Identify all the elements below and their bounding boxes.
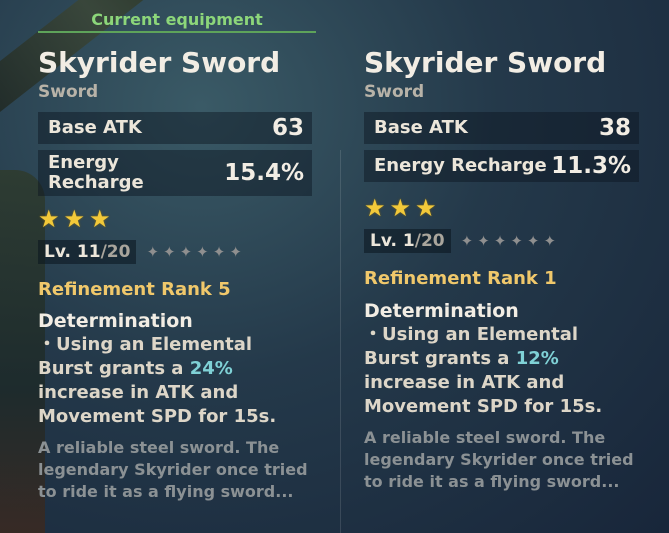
star-icon: ★ <box>89 205 111 233</box>
pip-icon: ✦ <box>163 243 176 261</box>
weapon-name: Skyrider Sword <box>38 46 281 79</box>
secondary-stat-row: Energy Recharge 11.3% <box>364 150 639 182</box>
pip-icon: ✦ <box>526 232 540 250</box>
star-icon: ★ <box>415 194 437 222</box>
base-atk-row: Base ATK 63 <box>38 112 312 144</box>
flavor-text: A reliable steel sword. The legendary Sk… <box>38 438 308 501</box>
weapon-level: Lv. 1/20 <box>364 229 451 253</box>
base-atk-value: 38 <box>598 115 631 141</box>
weapon-type: Sword <box>38 82 99 102</box>
pip-icon: ✦ <box>146 243 160 261</box>
pip-icon: ✦ <box>179 243 193 261</box>
pip-icon: ✦ <box>196 243 209 261</box>
star-icon: ★ <box>389 194 412 222</box>
passive-highlight-value: 24% <box>189 358 233 379</box>
ascension-pips: ✦ ✦ ✦ ✦ ✦ ✦ <box>461 232 556 250</box>
weapon-name: Skyrider Sword <box>364 46 607 79</box>
current-equipment-label: Current equipment <box>38 10 316 33</box>
pip-icon: ✦ <box>229 243 242 261</box>
level-row: Lv. 1/20 ✦ ✦ ✦ ✦ ✦ ✦ <box>364 229 556 253</box>
pip-icon: ✦ <box>212 243 226 261</box>
passive-description: ・Using an Elemental Burst grants a 24% i… <box>38 334 277 427</box>
secondary-stat-row: Energy Recharge 15.4% <box>38 150 312 196</box>
pip-icon: ✦ <box>493 232 507 250</box>
rarity-stars: ★ ★ ★ <box>364 196 437 220</box>
pip-icon: ✦ <box>477 232 490 250</box>
passive-name: Determination <box>364 300 519 322</box>
passive-name: Determination <box>38 310 193 332</box>
passive-highlight-value: 12% <box>515 348 559 369</box>
weapon-type: Sword <box>364 82 425 102</box>
base-atk-row: Base ATK 38 <box>364 112 639 144</box>
weapon-level: Lv. 11/20 <box>38 240 137 264</box>
base-atk-label: Base ATK <box>374 117 468 138</box>
column-divider <box>340 150 341 533</box>
secondary-stat-value: 15.4% <box>224 160 304 186</box>
pip-icon: ✦ <box>543 232 557 250</box>
rarity-stars: ★ ★ ★ <box>38 207 111 231</box>
level-row: Lv. 11/20 ✦ ✦ ✦ ✦ ✦ ✦ <box>38 240 242 264</box>
flavor-text: A reliable steel sword. The legendary Sk… <box>364 428 634 491</box>
base-atk-label: Base ATK <box>48 117 142 138</box>
secondary-stat-value: 11.3% <box>551 153 631 179</box>
pip-icon: ✦ <box>460 232 474 250</box>
refinement-rank: Refinement Rank 1 <box>364 268 557 289</box>
base-atk-value: 63 <box>271 115 304 141</box>
pip-icon: ✦ <box>510 232 523 250</box>
passive-description: ・Using an Elemental Burst grants a 12% i… <box>364 324 603 417</box>
star-icon: ★ <box>63 205 86 233</box>
refinement-rank: Refinement Rank 5 <box>38 279 231 300</box>
secondary-stat-label: Energy Recharge <box>374 155 547 176</box>
star-icon: ★ <box>364 194 386 222</box>
ascension-pips: ✦ ✦ ✦ ✦ ✦ ✦ <box>146 243 241 261</box>
star-icon: ★ <box>38 205 60 233</box>
secondary-stat-label: Energy Recharge <box>48 152 144 193</box>
